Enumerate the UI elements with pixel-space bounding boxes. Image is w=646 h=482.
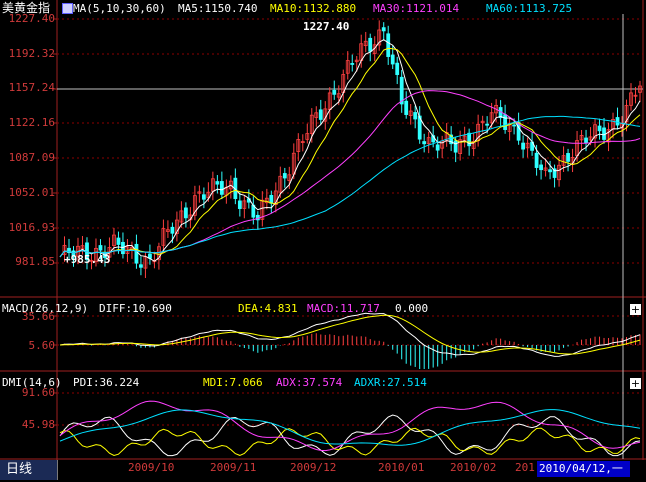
candle-body: [597, 125, 602, 132]
grid: [0, 0, 646, 460]
candle-body: [183, 207, 188, 219]
candlesticks: [62, 20, 642, 279]
ma30-value: MA30:1121.014: [373, 2, 460, 15]
candle-body: [539, 164, 543, 171]
candle-body: [435, 144, 440, 151]
candle-body: [201, 194, 206, 200]
dmi-adxr: ADXR:27.514: [354, 376, 427, 389]
ma60-value: MA60:1113.725: [486, 2, 573, 15]
candle-body: [404, 100, 409, 115]
chart-window: 美黄金指 MA(5,10,30,60) MA5:1150.740 MA10:11…: [0, 0, 646, 482]
candle-body: [215, 181, 220, 185]
x-axis-label: 201: [515, 461, 535, 474]
dea-line: [59, 314, 641, 355]
candle-body: [485, 123, 490, 126]
candle-body: [395, 62, 400, 75]
y-tick-label: 1227.40: [8, 12, 55, 25]
candle-body: [413, 112, 418, 120]
candle-body: [332, 89, 337, 95]
price-chart[interactable]: [0, 0, 646, 482]
candle-body: [615, 117, 620, 126]
x-axis-label: 2009/10: [128, 461, 175, 474]
ma60-line: [59, 115, 641, 258]
dmi-y-tick: 91.60: [21, 386, 55, 399]
candle-body: [170, 226, 175, 234]
candle-body: [548, 169, 552, 173]
candle-body: [282, 173, 287, 179]
y-tick-label: 1192.32: [8, 47, 55, 60]
candle-body: [584, 137, 588, 144]
candle-body: [350, 63, 355, 65]
candle-body: [390, 54, 395, 65]
candle-body: [503, 114, 508, 130]
dmi-expand-icon[interactable]: +: [630, 378, 641, 389]
macd-value: MACD:11.717: [307, 302, 380, 315]
y-tick-label: 1016.93: [8, 221, 55, 234]
macd-extra: 0.000: [395, 302, 429, 315]
macd-diff: DIFF:10.690: [99, 302, 172, 315]
dmi-indicator: [59, 400, 641, 457]
candle-body: [219, 181, 224, 195]
dmi-y-tick: 45.98: [21, 418, 55, 431]
ma-params: MA(5,10,30,60): [73, 2, 166, 15]
x-axis-label: 2009/11: [210, 461, 257, 474]
low-price-label: +985.43: [64, 253, 111, 266]
macd-expand-icon[interactable]: +: [630, 304, 641, 315]
candle-body: [237, 200, 242, 209]
y-tick-label: 1052.01: [8, 186, 55, 199]
candle-body: [318, 109, 323, 120]
candle-body: [512, 124, 517, 127]
macd-y-tick: 35.66: [21, 310, 55, 323]
pdi-line: [59, 414, 641, 457]
macd-y-tick: 5.60: [28, 339, 56, 352]
candle-body: [98, 245, 103, 251]
x-axis-label: 2010/01: [378, 461, 425, 474]
y-tick-label: 981.85: [15, 255, 55, 268]
dmi-adx: ADX:37.574: [276, 376, 343, 389]
x-axis-label: 2010/02: [450, 461, 497, 474]
y-tick-label: 1087.09: [8, 151, 55, 164]
candle-body: [534, 152, 539, 168]
candle-body: [386, 33, 391, 57]
candle-body: [566, 153, 570, 162]
candle-body: [116, 237, 121, 245]
candle-body: [139, 264, 143, 268]
macd-dea: DEA:4.831: [238, 302, 298, 315]
candle-body: [453, 140, 458, 153]
candle-body: [422, 141, 427, 145]
candle-body: [381, 27, 386, 32]
candle-body: [602, 127, 606, 140]
diff-line: [59, 312, 641, 357]
y-tick-label: 1157.24: [8, 81, 55, 94]
dmi-pdi: PDI:36.224: [73, 376, 140, 389]
y-tick-label: 1122.16: [8, 116, 55, 129]
ma5-value: MA5:1150.740: [178, 2, 258, 15]
macd-indicator: [59, 312, 641, 369]
candle-body: [368, 37, 373, 52]
high-price-label: 1227.40: [303, 20, 350, 33]
cursor-date-readout: 2010/04/12,一: [537, 461, 630, 477]
x-axis-label: 2009/12: [290, 461, 337, 474]
indicator-settings-icon[interactable]: [62, 3, 73, 14]
ma10-value: MA10:1132.880: [270, 2, 357, 15]
dmi-mdi: MDI:7.066: [203, 376, 263, 389]
candle-body: [521, 142, 526, 150]
mdi-line: [59, 427, 641, 457]
candle-body: [134, 243, 139, 264]
period-tab-daily[interactable]: 日线: [0, 460, 58, 480]
